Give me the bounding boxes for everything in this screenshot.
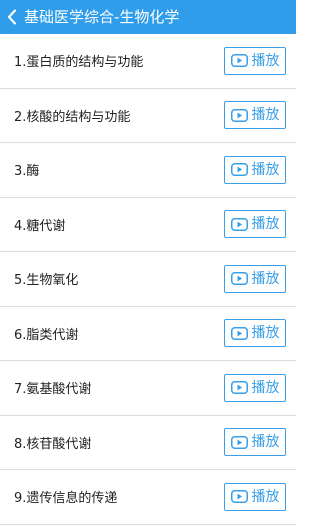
list-item: 5.生物氧化 播放 (0, 252, 296, 307)
chapter-title: 6.脂类代谢 (14, 327, 79, 343)
list-item: 3.酶 播放 (0, 143, 296, 198)
play-button[interactable]: 播放 (224, 264, 286, 293)
play-icon (230, 490, 248, 504)
app-screen: 基础医学综合-生物化学 1.蛋白质的结构与功能 播放 2.核酸的结构与功能 播放 (0, 0, 296, 528)
play-icon (230, 272, 248, 286)
chapter-title: 5.生物氧化 (14, 273, 79, 289)
play-icon (230, 163, 248, 177)
play-icon (230, 381, 248, 395)
play-button[interactable]: 播放 (224, 428, 286, 457)
play-button[interactable]: 播放 (224, 46, 286, 75)
play-icon (230, 435, 248, 449)
header-bar: 基础医学综合-生物化学 (0, 0, 296, 34)
play-icon (230, 108, 248, 122)
list-item: 1.蛋白质的结构与功能 播放 (0, 34, 296, 89)
list-item: 9.遗传信息的传递 播放 (0, 470, 296, 525)
list-item: 4.糖代谢 播放 (0, 198, 296, 252)
list-item: 6.脂类代谢 播放 (0, 307, 296, 361)
play-button-label: 播放 (251, 434, 280, 451)
play-button[interactable]: 播放 (224, 482, 286, 511)
play-button[interactable]: 播放 (224, 210, 286, 239)
play-button-label: 播放 (251, 325, 280, 342)
list-item: 7.氨基酸代谢 播放 (0, 361, 296, 416)
play-button-label: 播放 (251, 270, 280, 287)
play-button-label: 播放 (251, 107, 280, 124)
chapter-title: 8.核苷酸代谢 (14, 436, 92, 452)
chapter-title: 4.糖代谢 (14, 218, 66, 234)
chevron-left-icon (7, 9, 17, 25)
play-icon (230, 217, 248, 231)
play-button[interactable]: 播放 (224, 319, 286, 348)
back-button[interactable] (0, 0, 24, 34)
list-item: 2.核酸的结构与功能 播放 (0, 89, 296, 143)
play-button[interactable]: 播放 (224, 101, 286, 130)
play-button-label: 播放 (251, 216, 280, 233)
play-icon (230, 326, 248, 340)
chapter-list: 1.蛋白质的结构与功能 播放 2.核酸的结构与功能 播放 3.酶 播放 4.糖代… (0, 34, 296, 525)
play-button-label: 播放 (251, 379, 280, 396)
play-button-label: 播放 (251, 488, 280, 505)
play-button-label: 播放 (251, 161, 280, 178)
play-button-label: 播放 (251, 52, 280, 69)
list-item: 8.核苷酸代谢 播放 (0, 416, 296, 470)
play-icon (230, 54, 248, 68)
chapter-title: 2.核酸的结构与功能 (14, 109, 131, 125)
chapter-title: 7.氨基酸代谢 (14, 382, 92, 398)
chapter-title: 9.遗传信息的传递 (14, 491, 118, 507)
chapter-title: 3.酶 (14, 164, 40, 180)
chapter-title: 1.蛋白质的结构与功能 (14, 55, 144, 71)
play-button[interactable]: 播放 (224, 155, 286, 184)
play-button[interactable]: 播放 (224, 373, 286, 402)
page-title: 基础医学综合-生物化学 (24, 8, 180, 26)
